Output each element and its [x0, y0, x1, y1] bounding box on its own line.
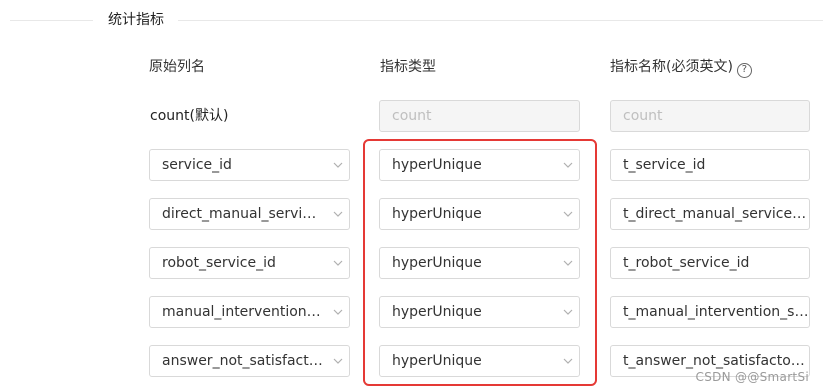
metric-type-select[interactable]: hyperUnique: [379, 345, 580, 377]
metric-name-input[interactable]: t_manual_intervention_servi: [610, 296, 810, 328]
source-column-value: manual_intervention_s...: [162, 304, 327, 320]
metric-name-input[interactable]: t_robot_service_id: [610, 247, 810, 279]
metric-type-select[interactable]: hyperUnique: [379, 149, 580, 181]
default-name-placeholder: count: [623, 108, 663, 124]
source-column-select[interactable]: manual_intervention_s...: [149, 296, 350, 328]
column-header-type: 指标类型: [380, 59, 436, 75]
source-column-select[interactable]: direct_manual_service...: [149, 198, 350, 230]
column-header-name-label: 指标名称(必须英文): [610, 59, 733, 75]
default-name-input: count: [610, 100, 810, 132]
chevron-down-icon: [557, 211, 579, 217]
default-row-label: count(默认): [150, 108, 229, 124]
chevron-down-icon: [557, 260, 579, 266]
column-header-source: 原始列名: [149, 59, 205, 75]
chevron-down-icon: [327, 162, 349, 168]
metric-type-select[interactable]: hyperUnique: [379, 296, 580, 328]
metric-name-value: t_manual_intervention_servi: [623, 304, 809, 320]
metric-name-value: t_direct_manual_service_id: [623, 206, 809, 222]
column-header-name: 指标名称(必须英文)?: [610, 57, 752, 78]
metric-name-value: t_robot_service_id: [623, 255, 750, 271]
section-divider-left: [10, 20, 93, 21]
metric-type-value: hyperUnique: [392, 206, 482, 222]
metric-type-select[interactable]: hyperUnique: [379, 247, 580, 279]
metric-name-value: t_answer_not_satisfactory_s: [623, 353, 809, 369]
source-column-value: service_id: [162, 157, 232, 173]
metric-name-input[interactable]: t_direct_manual_service_id: [610, 198, 810, 230]
chevron-down-icon: [557, 162, 579, 168]
source-column-select[interactable]: service_id: [149, 149, 350, 181]
default-type-placeholder: count: [392, 108, 432, 124]
source-column-value: robot_service_id: [162, 255, 276, 271]
source-column-value: answer_not_satisfacto...: [162, 353, 327, 369]
question-circle-icon[interactable]: ?: [736, 62, 752, 78]
chevron-down-icon: [327, 309, 349, 315]
chevron-down-icon: [557, 358, 579, 364]
metric-type-select[interactable]: hyperUnique: [379, 198, 580, 230]
chevron-down-icon: [557, 309, 579, 315]
metric-type-value: hyperUnique: [392, 157, 482, 173]
metric-name-input[interactable]: t_service_id: [610, 149, 810, 181]
section-title: 统计指标: [108, 12, 164, 28]
metric-type-value: hyperUnique: [392, 255, 482, 271]
metric-type-value: hyperUnique: [392, 304, 482, 320]
source-column-value: direct_manual_service...: [162, 206, 327, 222]
watermark: CSDN @@SmartSi: [695, 370, 809, 384]
default-type-input: count: [379, 100, 580, 132]
metric-type-value: hyperUnique: [392, 353, 482, 369]
chevron-down-icon: [327, 260, 349, 266]
source-column-select[interactable]: answer_not_satisfacto...: [149, 345, 350, 377]
chevron-down-icon: [327, 211, 349, 217]
section-divider-right: [178, 20, 823, 21]
metric-name-value: t_service_id: [623, 157, 706, 173]
chevron-down-icon: [327, 358, 349, 364]
source-column-select[interactable]: robot_service_id: [149, 247, 350, 279]
